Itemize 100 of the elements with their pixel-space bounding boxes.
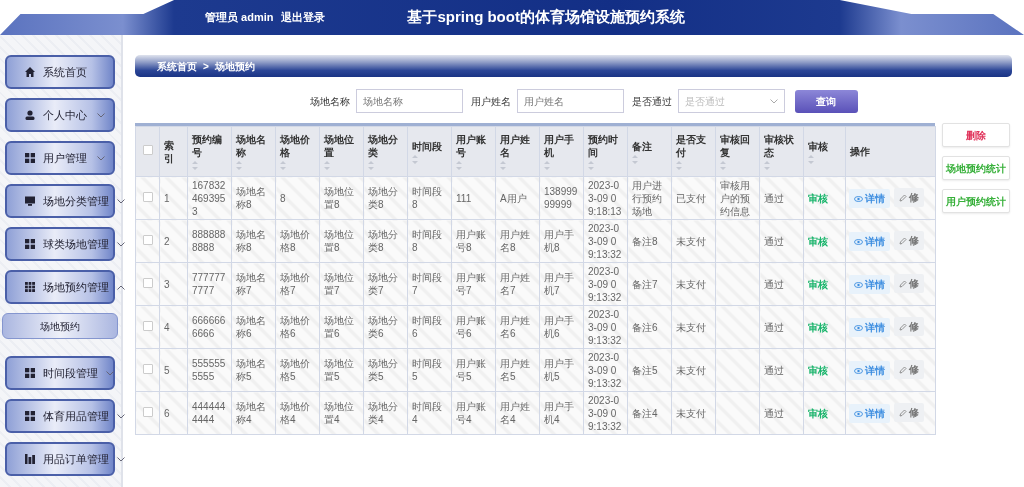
monitor-icon [25, 196, 35, 206]
table-cell: 未支付 [676, 235, 706, 247]
person-icon [25, 110, 35, 120]
column-header: 场地位置 [324, 134, 354, 158]
table-cell: 用户手机8 [544, 229, 574, 253]
table-cell: 5555555555 [192, 358, 226, 382]
checkbox[interactable] [142, 145, 153, 155]
detail-button[interactable]: 详情 [849, 318, 890, 337]
checkbox[interactable] [142, 320, 153, 331]
audit-link[interactable]: 审核 [808, 364, 828, 376]
table-cell: 3 [164, 278, 170, 290]
column-header: 用户姓名 [500, 134, 530, 158]
user-label: 管理员 admin [205, 10, 274, 26]
table-cell: 通过 [764, 407, 784, 419]
input-field[interactable]: 场地名称 [355, 89, 463, 113]
table-cell: 用户账号6 [456, 315, 486, 339]
table-cell: 时间段8 [412, 186, 442, 210]
search-button[interactable]: 查询 [794, 89, 858, 113]
audit-link[interactable]: 审核 [808, 278, 828, 290]
table-cell: 场地位置6 [324, 315, 354, 339]
table-cell: 2023-03-09 09:13:32 [588, 351, 622, 389]
column-header: 场地分类 [368, 134, 398, 158]
audit-link[interactable]: 审核 [808, 407, 828, 419]
table-cell: 时间段7 [412, 272, 442, 296]
sidebar-item[interactable]: 用户管理 [5, 141, 115, 175]
detail-button[interactable]: 详情 [849, 232, 890, 251]
checkbox[interactable] [142, 406, 153, 417]
table-cell: 通过 [764, 321, 784, 333]
detail-button[interactable]: 详情 [849, 361, 890, 380]
checkbox[interactable] [142, 234, 153, 245]
table-cell: 用户手机5 [544, 358, 574, 382]
column-header: 预约时间 [588, 134, 618, 158]
column-header: 时间段 [412, 140, 442, 152]
table-cell: 用户手机6 [544, 315, 574, 339]
table-cell: 用户姓名4 [500, 401, 530, 425]
table-cell: 已支付 [676, 192, 706, 204]
table-cell: 2023-03-09 09:13:32 [588, 222, 622, 260]
table-cell: 审核用户的预约信息 [720, 179, 750, 217]
edit-button[interactable]: 修 [894, 403, 924, 422]
edit-button[interactable]: 修 [894, 360, 924, 379]
table-cell: 未支付 [676, 364, 706, 376]
sidebar-item[interactable]: 系统首页 [5, 55, 115, 89]
submenu-item[interactable]: 场地预约 [2, 313, 118, 339]
table-cell: 111 [456, 192, 472, 204]
table-cell: 时间段6 [412, 315, 442, 339]
grid-icon [25, 153, 35, 163]
table-cell: 7777777777 [192, 272, 226, 296]
audit-link[interactable]: 审核 [808, 321, 828, 333]
eye-icon [854, 281, 863, 288]
table-cell: 备注5 [632, 364, 658, 376]
detail-button[interactable]: 详情 [849, 275, 890, 294]
action-button[interactable]: 删除 [942, 123, 1010, 147]
column-header: 审核回复 [720, 134, 750, 158]
detail-button[interactable]: 详情 [849, 189, 890, 208]
pencil-icon [899, 408, 907, 417]
action-button[interactable]: 场地预约统计 [942, 156, 1010, 180]
eye-icon [854, 410, 863, 417]
edit-button[interactable]: 修 [894, 274, 924, 293]
table-cell: 场地价格5 [280, 358, 310, 382]
field-label: 是否通过 [631, 94, 672, 109]
table-cell: 13899999999 [544, 186, 578, 210]
eye-icon [854, 238, 863, 245]
audit-link[interactable]: 审核 [808, 192, 828, 204]
checkbox[interactable] [142, 191, 153, 202]
table-cell: 未支付 [676, 278, 706, 290]
logout-link[interactable]: 退出登录 [281, 9, 326, 26]
table-cell: 用户账号7 [456, 272, 486, 296]
breadcrumb-item[interactable]: 场地预约 [214, 58, 255, 74]
table-cell: 用户手机7 [544, 272, 574, 296]
detail-button[interactable]: 详情 [849, 404, 890, 423]
table-cell: 用户进行预约场地 [632, 179, 662, 217]
column-header: 备注 [632, 140, 652, 152]
checkbox[interactable] [142, 363, 153, 374]
column-header: 审核状态 [764, 134, 794, 158]
table-cell: 1678324693953 [192, 179, 226, 217]
table-cell: 备注8 [632, 235, 658, 247]
action-button[interactable]: 用户预约统计 [942, 189, 1010, 213]
pencil-icon [899, 365, 907, 374]
table-cell: 4 [164, 321, 170, 333]
sidebar-item[interactable]: 个人中心 [5, 98, 115, 132]
audit-link[interactable]: 审核 [808, 235, 828, 247]
table-cell: 通过 [764, 364, 784, 376]
table-cell: 时间段8 [412, 229, 442, 253]
checkbox[interactable] [142, 277, 153, 288]
table-cell: 未支付 [676, 407, 706, 419]
input-field[interactable]: 用户姓名 [516, 89, 624, 113]
table-cell: 场地名称8 [236, 229, 266, 253]
breadcrumb-item[interactable]: 系统首页 [157, 58, 197, 74]
table-cell: 场地价格4 [280, 401, 310, 425]
table-cell: 场地位置5 [324, 358, 354, 382]
table-cell: 用户姓名6 [500, 315, 530, 339]
column-header: 操作 [850, 146, 870, 157]
sidebar-item[interactable]: 时间段管理 [5, 356, 115, 390]
grid-icon [25, 368, 35, 378]
table-cell: 场地分类6 [368, 315, 398, 339]
edit-button[interactable]: 修 [894, 317, 924, 336]
home-icon [25, 67, 35, 77]
edit-button[interactable]: 修 [894, 188, 924, 207]
table-cell: 2023-03-09 09:18:13 [588, 179, 622, 217]
edit-button[interactable]: 修 [894, 231, 924, 250]
